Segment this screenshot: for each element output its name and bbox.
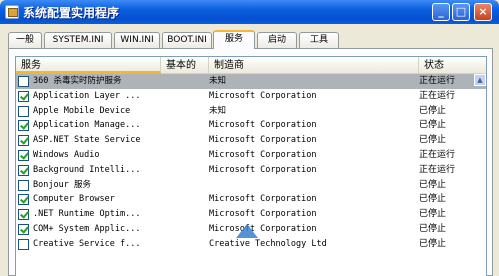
- table-row[interactable]: Windows Audio Microsoft Corporation 正在运行: [16, 148, 486, 163]
- service-maker: Microsoft Corporation: [209, 135, 317, 146]
- table-row[interactable]: 360 杀毒实时防护服务 未知 正在运行: [16, 74, 486, 89]
- service-name: 360 杀毒实时防护服务: [33, 76, 122, 86]
- service-maker: Microsoft Corporation: [209, 120, 317, 131]
- service-name: Apple Mobile Device: [33, 105, 131, 116]
- tab-startup[interactable]: 启动: [257, 32, 297, 48]
- service-checkbox[interactable]: [18, 209, 29, 221]
- window-title: 系统配置实用程序: [23, 6, 120, 20]
- services-list[interactable]: 服务 基本的 制造商 状态 360 杀毒实时防护服务 未知 正在运行 Applicat…: [15, 56, 487, 276]
- service-name: Windows Audio: [33, 149, 100, 160]
- service-name: ASP.NET State Service: [33, 135, 141, 146]
- column-header-row: 服务 基本的 制造商 状态: [16, 57, 486, 74]
- tab-win-ini[interactable]: WIN.INI: [114, 32, 160, 48]
- service-checkbox[interactable]: [18, 238, 29, 250]
- service-maker: Microsoft Corporation: [209, 194, 317, 205]
- tab-services[interactable]: 服务: [213, 30, 255, 49]
- service-status: 已停止: [419, 194, 447, 205]
- service-maker: 未知: [209, 76, 227, 86]
- service-maker: Microsoft Corporation: [209, 164, 317, 175]
- table-row[interactable]: Background Intelli... Microsoft Corporati…: [16, 163, 486, 178]
- service-name: .NET Runtime Optim...: [33, 209, 141, 220]
- service-name: COM+ System Applic...: [33, 223, 141, 234]
- tab-boot-ini[interactable]: BOOT.INI: [162, 32, 212, 48]
- service-status: 正在运行: [419, 90, 456, 101]
- column-header-maker[interactable]: 制造商: [209, 57, 419, 74]
- service-checkbox[interactable]: [18, 194, 29, 206]
- minimize-button[interactable]: _: [432, 3, 450, 21]
- service-checkbox[interactable]: [18, 120, 29, 132]
- scroll-up-arrow-icon[interactable]: ▲: [474, 74, 486, 86]
- table-row[interactable]: Application Manage... Microsoft Corporati…: [16, 118, 486, 133]
- service-maker: Microsoft Corporation: [209, 90, 317, 101]
- service-status: 已停止: [419, 238, 447, 249]
- service-maker: 未知: [209, 105, 227, 116]
- column-header-basic[interactable]: 基本的: [161, 57, 209, 74]
- column-header-status[interactable]: 状态: [419, 57, 486, 74]
- service-status: 正在运行: [419, 164, 456, 175]
- watermark-shape: [236, 224, 258, 238]
- service-name: Computer Browser: [33, 194, 115, 205]
- table-row[interactable]: Apple Mobile Device 未知 已停止: [16, 104, 486, 119]
- service-name: Application Layer ...: [33, 90, 141, 101]
- service-status: 已停止: [419, 135, 447, 146]
- title-bar[interactable]: 系统配置实用程序 _ □ ×: [0, 0, 499, 24]
- tab-system-ini[interactable]: SYSTEM.INI: [44, 32, 112, 48]
- service-maker: Microsoft Corporation: [209, 149, 317, 160]
- service-checkbox[interactable]: [18, 90, 29, 102]
- close-button[interactable]: ×: [474, 3, 492, 21]
- column-header-service[interactable]: 服务: [16, 57, 161, 74]
- maximize-button[interactable]: □: [452, 3, 470, 21]
- msconfig-icon: [5, 5, 19, 19]
- watermark-logo-icon: [228, 220, 288, 242]
- service-checkbox[interactable]: [18, 149, 29, 161]
- tab-strip: 一般 SYSTEM.INI WIN.INI BOOT.INI 服务 启动 工具: [8, 30, 488, 49]
- service-status: 已停止: [419, 105, 447, 116]
- table-row[interactable]: Bonjour 服务 已停止: [16, 178, 486, 193]
- service-checkbox[interactable]: [18, 135, 29, 147]
- service-status: 已停止: [419, 209, 447, 220]
- service-checkbox[interactable]: [18, 105, 29, 117]
- service-checkbox[interactable]: [18, 223, 29, 235]
- service-checkbox[interactable]: [18, 179, 29, 191]
- service-checkbox[interactable]: [18, 164, 29, 176]
- service-name: Bonjour 服务: [33, 179, 91, 190]
- service-name: Background Intelli...: [33, 164, 141, 175]
- service-name: Creative Service f...: [33, 238, 141, 249]
- table-row[interactable]: Computer Browser Microsoft Corporation 已停止: [16, 192, 486, 207]
- service-checkbox[interactable]: [18, 76, 29, 87]
- table-row[interactable]: ASP.NET State Service Microsoft Corporati…: [16, 133, 486, 148]
- service-status: 已停止: [419, 179, 447, 190]
- table-row[interactable]: Application Layer ... Microsoft Corporati…: [16, 89, 486, 104]
- service-status: 已停止: [419, 223, 447, 234]
- tab-general[interactable]: 一般: [8, 32, 42, 48]
- service-name: Application Manage...: [33, 120, 141, 131]
- service-status: 已停止: [419, 120, 447, 131]
- services-panel: 服务 基本的 制造商 状态 360 杀毒实时防护服务 未知 正在运行 Applicat…: [8, 48, 493, 276]
- tab-tools[interactable]: 工具: [299, 32, 339, 48]
- service-status: 正在运行: [419, 149, 456, 160]
